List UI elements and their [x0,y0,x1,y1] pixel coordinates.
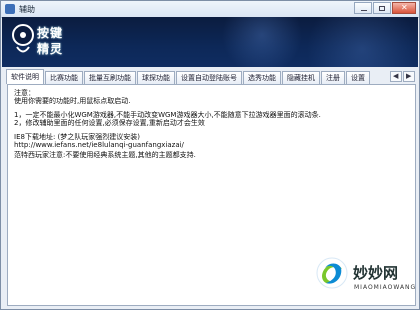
tab-scroll-left-button[interactable]: ◀ [390,71,402,82]
tab-batch-refresh[interactable]: 批量互刷功能 [84,71,136,84]
note-line: 1，一定不能最小化WGM游戏器,不能手动改变WGM游戏器大小,不能随意下拉游戏器… [14,111,321,119]
watermark-title: 妙妙网 [353,264,399,282]
title-bar[interactable]: 辅助 ✕ [1,1,419,18]
tab-settings[interactable]: 设置 [346,71,370,84]
logo-line-2: 精灵 [37,42,64,56]
tab-register[interactable]: 注册 [321,71,345,84]
minimize-button[interactable] [354,2,372,14]
note-line: 使用你需要的功能时,用鼠标点取启动. [14,97,131,105]
window-controls: ✕ [354,2,416,14]
keyboard-sprite-logo [12,24,34,53]
tab-strip: 软件说明 比赛功能 批量互刷功能 球探功能 设置自动登陆账号 选秀功能 隐藏挂机… [6,69,371,84]
watermark-subtitle: MIAOMIAOWANG [354,284,417,291]
tab-software-description[interactable]: 软件说明 [6,69,44,84]
chevron-right-icon: ▶ [406,72,412,80]
note-heading: 注意： [14,89,35,97]
tab-draft-function[interactable]: 选秀功能 [243,71,281,84]
app-icon [5,4,15,14]
download-link[interactable]: http://www.iefans.net/ie8lulanqi-guanfan… [14,141,409,149]
tab-auto-login[interactable]: 设置自动登陆账号 [176,71,242,84]
close-button[interactable]: ✕ [392,2,416,14]
maximize-icon [379,6,385,11]
app-window: 辅助 ✕ 按键 精灵 软件说明 比赛功能 批量互刷功能 球探功能 设置自动登陆账… [0,0,420,310]
download-label: IE8下载地址: (梦之队玩家强烈建议安装) [14,133,140,141]
watermark-logo: 妙妙网 MIAOMIAOWANG [315,256,415,304]
logo-line-1: 按键 [37,26,64,40]
watermark-swirl-icon [316,257,348,289]
header-banner: 按键 精灵 [2,17,418,67]
tab-scroll-buttons: ◀ ▶ [390,71,416,82]
close-icon: ✕ [401,3,408,12]
maximize-button[interactable] [373,2,391,14]
tab-match-function[interactable]: 比赛功能 [45,71,83,84]
note-line: 2，修改辅助里面的任何设置,必须保存设置,重新启动才会生效 [14,119,205,127]
tab-scout-function[interactable]: 球探功能 [137,71,175,84]
tab-hidden-idle[interactable]: 隐藏挂机 [282,71,320,84]
chevron-left-icon: ◀ [393,72,399,80]
window-title: 辅助 [19,5,35,14]
tab-scroll-right-button[interactable]: ▶ [403,71,415,82]
theme-note: 范特西玩家注意:不要使用经典系统主题,其他的主题都支持. [14,151,196,159]
minimize-icon [361,10,367,11]
